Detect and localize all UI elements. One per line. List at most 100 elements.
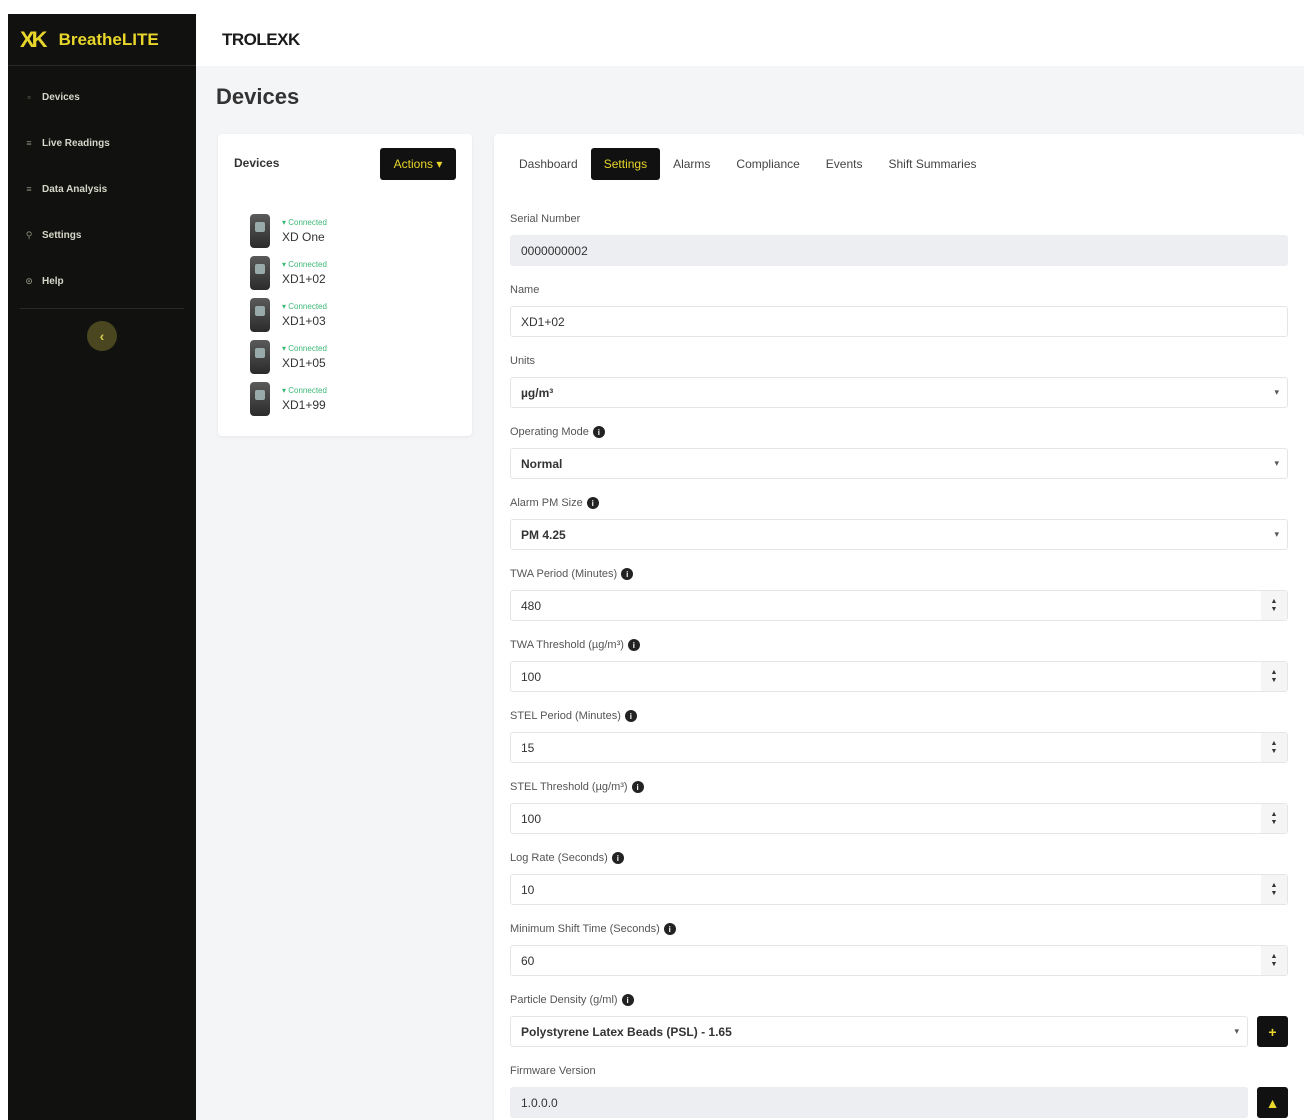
tab-compliance[interactable]: Compliance <box>723 148 812 180</box>
info-icon[interactable]: i <box>592 426 605 438</box>
tab-bar: Dashboard Settings Alarms Compliance Eve… <box>506 148 990 180</box>
minimum-shift-time-field: Minimum Shift Time (Seconds) i 60 ▲ ▼ <box>510 922 1288 993</box>
info-icon[interactable]: i <box>586 497 599 509</box>
device-name: XD1+02 <box>282 272 326 286</box>
field-label-text: TWA Period (Minutes) <box>510 568 618 580</box>
page-title: Devices <box>216 84 300 109</box>
firmware-version-field: Firmware Version 1.0.0.0 ▲ <box>510 1064 1288 1120</box>
field-label: TWA Period (Minutes) i <box>510 567 1288 581</box>
stepper-up-icon[interactable]: ▲ <box>1271 598 1278 606</box>
sidebar-item-data-analysis[interactable]: ≡ Data Analysis <box>8 166 196 212</box>
actions-dropdown-button[interactable]: Actions ▾ <box>380 148 456 180</box>
info-icon[interactable]: i <box>621 568 634 580</box>
number-stepper[interactable]: ▲ ▼ <box>1261 804 1287 833</box>
devices-panel: Devices Actions ▾ ▾ Connected XD One ▾ C… <box>218 134 472 436</box>
trolex-logo[interactable]: TROLEXK <box>222 30 300 50</box>
main-content: Devices Devices Actions ▾ ▾ Connected XD… <box>196 66 1304 1120</box>
brand-logo-icon: XK <box>20 26 48 52</box>
operating-mode-select[interactable]: Normal ▾ <box>510 448 1288 479</box>
selected-value: Normal <box>521 456 563 471</box>
device-name: XD1+03 <box>282 314 326 328</box>
info-icon[interactable]: i <box>624 710 637 722</box>
stel-threshold-input[interactable]: 100 ▲ ▼ <box>510 803 1288 834</box>
serial-number-field: Serial Number 0000000002 <box>510 212 1288 283</box>
tab-shift-summaries[interactable]: Shift Summaries <box>875 148 989 180</box>
field-label: Units <box>510 355 536 367</box>
input-value: 100 <box>521 811 542 826</box>
list-icon: ≡ <box>26 138 32 148</box>
stepper-down-icon[interactable]: ▼ <box>1271 677 1278 685</box>
alarm-pm-size-field: Alarm PM Size i PM 4.25 ▾ <box>510 496 1288 567</box>
number-stepper[interactable]: ▲ ▼ <box>1261 733 1287 762</box>
tab-events[interactable]: Events <box>813 148 876 180</box>
firmware-upload-button[interactable]: ▲ <box>1257 1087 1288 1118</box>
sidebar-item-label: Devices <box>42 91 80 103</box>
device-item[interactable]: ▾ Connected XD1+03 <box>250 294 450 336</box>
add-density-button[interactable]: + <box>1257 1016 1288 1047</box>
number-stepper[interactable]: ▲ ▼ <box>1261 946 1287 975</box>
device-item[interactable]: ▾ Connected XD One <box>250 210 450 252</box>
sidebar-item-live-readings[interactable]: ≡ Live Readings <box>8 120 196 166</box>
stepper-up-icon[interactable]: ▲ <box>1271 669 1278 677</box>
devices-icon: ▫ <box>27 92 31 102</box>
stepper-up-icon[interactable]: ▲ <box>1271 811 1278 819</box>
name-field: Name XD1+02 <box>510 283 1288 354</box>
twa-period-input[interactable]: 480 ▲ ▼ <box>510 590 1288 621</box>
tab-dashboard[interactable]: Dashboard <box>506 148 591 180</box>
particle-density-select[interactable]: Polystyrene Latex Beads (PSL) - 1.65 ▾ <box>510 1016 1248 1047</box>
sidebar-item-label: Live Readings <box>42 137 110 149</box>
settings-form: Serial Number 0000000002 Name XD1+02 Uni… <box>510 212 1288 1120</box>
stepper-down-icon[interactable]: ▼ <box>1271 819 1278 827</box>
device-item[interactable]: ▾ Connected XD1+05 <box>250 336 450 378</box>
brand[interactable]: XK BreatheLITE <box>8 14 196 66</box>
log-rate-input[interactable]: 10 ▲ ▼ <box>510 874 1288 905</box>
name-input[interactable]: XD1+02 <box>510 306 1288 337</box>
info-icon[interactable]: i <box>663 923 676 935</box>
minimum-shift-time-input[interactable]: 60 ▲ ▼ <box>510 945 1288 976</box>
stepper-up-icon[interactable]: ▲ <box>1271 740 1278 748</box>
sidebar-divider <box>20 308 184 309</box>
field-label: TWA Threshold (µg/m³) i <box>510 638 1288 652</box>
stepper-up-icon[interactable]: ▲ <box>1271 882 1278 890</box>
number-stepper[interactable]: ▲ ▼ <box>1261 591 1287 620</box>
sidebar-item-devices[interactable]: ▫ Devices <box>8 74 196 120</box>
devices-panel-title: Devices <box>234 156 280 170</box>
alarm-pm-size-select[interactable]: PM 4.25 ▾ <box>510 519 1288 550</box>
number-stepper[interactable]: ▲ ▼ <box>1261 875 1287 904</box>
info-icon[interactable]: i <box>627 639 640 651</box>
collapse-sidebar-button[interactable]: ‹ <box>87 321 117 351</box>
twa-period-field: TWA Period (Minutes) i 480 ▲ ▼ <box>510 567 1288 638</box>
firmware-version-input: 1.0.0.0 <box>510 1087 1248 1118</box>
sidebar-item-settings[interactable]: ⚲ Settings <box>8 212 196 258</box>
device-name: XD1+05 <box>282 356 326 370</box>
chevron-down-icon: ▾ <box>1274 529 1279 539</box>
device-item[interactable]: ▾ Connected XD1+99 <box>250 378 450 420</box>
chart-icon: ≡ <box>26 184 32 194</box>
connection-status: ▾ Connected <box>282 260 327 269</box>
stel-period-input[interactable]: 15 ▲ ▼ <box>510 732 1288 763</box>
info-icon[interactable]: i <box>621 994 634 1006</box>
field-label-text: STEL Threshold (µg/m³) <box>510 781 628 793</box>
stepper-down-icon[interactable]: ▼ <box>1271 748 1278 756</box>
info-icon[interactable]: i <box>611 852 624 864</box>
stepper-down-icon[interactable]: ▼ <box>1271 890 1278 898</box>
twa-threshold-input[interactable]: 100 ▲ ▼ <box>510 661 1288 692</box>
info-icon[interactable]: i <box>631 781 644 793</box>
sidebar-item-help[interactable]: ⊙ Help <box>8 258 196 304</box>
number-stepper[interactable]: ▲ ▼ <box>1261 662 1287 691</box>
connection-status: ▾ Connected <box>282 302 327 311</box>
stepper-up-icon[interactable]: ▲ <box>1271 953 1278 961</box>
sidebar-nav: ▫ Devices ≡ Live Readings ≡ Data Analysi… <box>8 66 196 351</box>
tab-settings[interactable]: Settings <box>590 148 661 180</box>
stepper-down-icon[interactable]: ▼ <box>1271 606 1278 614</box>
field-label-text: Alarm PM Size <box>510 497 583 509</box>
field-label-text: STEL Period (Minutes) <box>510 710 621 722</box>
input-value: 10 <box>521 882 535 897</box>
brand-name: BreatheLITE <box>58 29 159 49</box>
field-label: Operating Mode i <box>510 425 1288 439</box>
stepper-down-icon[interactable]: ▼ <box>1271 961 1278 969</box>
device-item[interactable]: ▾ Connected XD1+02 <box>250 252 450 294</box>
selected-value: Polystyrene Latex Beads (PSL) - 1.65 <box>521 1024 732 1039</box>
units-select[interactable]: µg/m³ ▾ <box>510 377 1288 408</box>
tab-alarms[interactable]: Alarms <box>660 148 723 180</box>
